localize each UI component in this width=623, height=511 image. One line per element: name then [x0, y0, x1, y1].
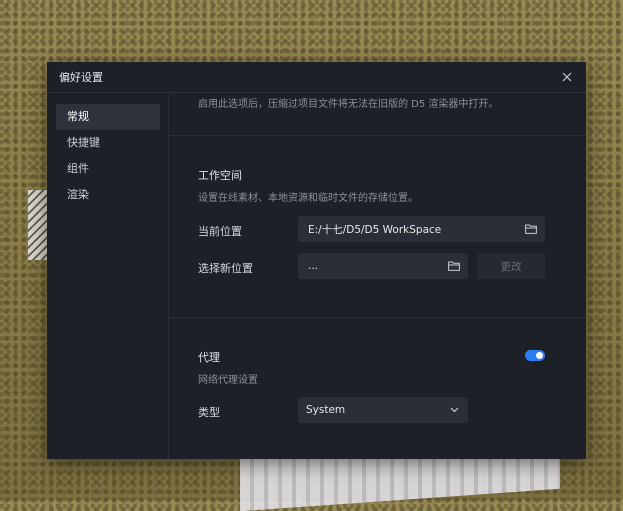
new-location-field[interactable]: ... [298, 253, 468, 279]
divider [169, 317, 586, 318]
proxy-description: 网络代理设置 [198, 375, 258, 386]
divider [169, 135, 586, 136]
preferences-dialog: 偏好设置 常规 快捷键 组件 渲染 启用此选项后，压缩过项目文件将无法在旧版的 … [47, 62, 586, 459]
toggle-knob [536, 352, 543, 359]
dialog-header: 偏好设置 [47, 62, 586, 93]
proxy-type-value: System [306, 404, 346, 416]
chevron-down-icon [450, 407, 459, 413]
proxy-type-select[interactable]: System [298, 397, 468, 423]
close-button[interactable] [560, 70, 574, 84]
sidebar-item-render[interactable]: 渲染 [56, 182, 160, 208]
sidebar-item-general[interactable]: 常规 [56, 104, 160, 130]
current-location-label: 当前位置 [198, 225, 242, 238]
current-location-value: E:/十七/D5/D5 WorkSpace [308, 223, 442, 236]
dialog-title: 偏好设置 [59, 71, 103, 84]
new-location-value: ... [308, 260, 319, 272]
folder-icon[interactable] [525, 224, 537, 234]
sidebar: 常规 快捷键 组件 渲染 [47, 93, 169, 459]
new-location-label: 选择新位置 [198, 262, 253, 275]
folder-icon[interactable] [448, 261, 460, 271]
workspace-title: 工作空间 [198, 169, 242, 182]
proxy-toggle[interactable] [525, 350, 545, 361]
workspace-description: 设置在线素材、本地资源和临时文件的存储位置。 [198, 193, 418, 204]
settings-content: 启用此选项后，压缩过项目文件将无法在旧版的 D5 渲染器中打开。 工作空间 设置… [169, 93, 586, 459]
sidebar-item-shortcuts[interactable]: 快捷键 [56, 130, 160, 156]
sidebar-item-components[interactable]: 组件 [56, 156, 160, 182]
current-location-field[interactable]: E:/十七/D5/D5 WorkSpace [298, 216, 545, 242]
proxy-title: 代理 [198, 351, 220, 364]
compression-note: 启用此选项后，压缩过项目文件将无法在旧版的 D5 渲染器中打开。 [198, 99, 499, 110]
close-icon [562, 72, 572, 82]
change-location-button[interactable]: 更改 [477, 253, 545, 279]
proxy-type-label: 类型 [198, 406, 220, 419]
